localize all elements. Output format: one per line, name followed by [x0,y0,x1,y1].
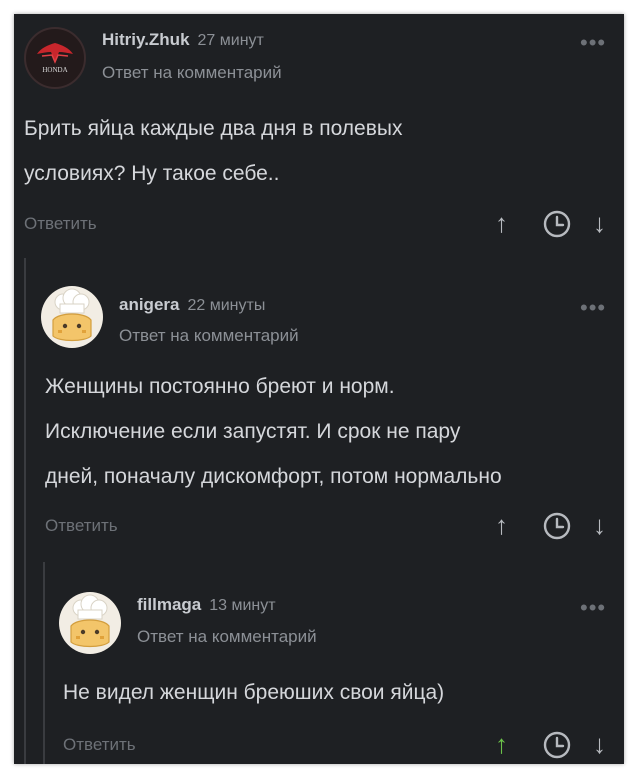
comment-text-line: Брить яйца каждые два дня в полевых [24,117,403,140]
thread-line[interactable] [24,258,26,764]
arrow-up-icon[interactable]: ↑ [495,731,508,757]
comment-time: 13 минут [209,597,276,614]
comment-text-line: Женщины постоянно бреют и норм. [45,375,395,398]
comment-author[interactable]: fillmaga 13 минут [137,595,276,615]
chef-character-icon [70,594,110,648]
clock-icon[interactable] [542,730,572,760]
comment-text-line: дней, поначалу дискомфорт, потом нормаль… [45,465,502,488]
arrow-up-icon[interactable]: ↑ [495,512,508,538]
author-name[interactable]: Hitriy.Zhuk [102,30,190,49]
more-dots-icon[interactable]: ••• [580,30,606,56]
thread-line[interactable] [43,562,45,764]
clock-icon[interactable] [542,209,572,239]
more-dots-icon[interactable]: ••• [580,295,606,321]
honda-wing-icon: HONDA [37,43,73,74]
reply-to-link[interactable]: Ответ на комментарий [119,326,299,346]
comment-text-line: Не видел женщин бреюших свои яйца) [63,681,445,704]
author-name[interactable]: anigera [119,295,179,314]
svg-text:HONDA: HONDA [42,66,67,74]
chef-character-icon [52,288,92,342]
comment-author[interactable]: Hitriy.Zhuk 27 минут [102,30,264,50]
arrow-down-icon[interactable]: ↓ [593,210,606,236]
more-dots-icon[interactable]: ••• [580,595,606,621]
comment-text: Брить яйца каждые два дня в полевых усло… [24,106,402,196]
author-name[interactable]: fillmaga [137,595,201,614]
reply-button[interactable]: Ответить [45,516,118,536]
comment-time: 27 минут [197,32,264,49]
arrow-down-icon[interactable]: ↓ [593,731,606,757]
reply-to-link[interactable]: Ответ на комментарий [137,627,317,647]
comment-text-line: Исключение если запустят. И срок не пару [45,420,461,443]
chef-avatar-icon[interactable] [59,592,121,654]
comment-text: Не видел женщин бреюших свои яйца) [63,670,444,715]
arrow-down-icon[interactable]: ↓ [593,512,606,538]
comment-time: 22 минуты [187,297,266,314]
comments-panel: HONDA Hitriy.Zhuk 27 минут Ответ на комме… [14,14,624,764]
comment-author[interactable]: anigera 22 минуты [119,295,265,315]
clock-icon[interactable] [542,511,572,541]
honda-logo-icon[interactable]: HONDA [24,27,86,89]
comment-text: Женщины постоянно бреют и норм. Исключен… [45,364,502,499]
reply-button[interactable]: Ответить [63,735,136,755]
reply-button[interactable]: Ответить [24,214,97,234]
chef-avatar-icon[interactable] [41,286,103,348]
comment-text-line: условиях? Ну такое себе.. [24,162,280,185]
reply-to-link[interactable]: Ответ на комментарий [102,63,282,83]
arrow-up-icon[interactable]: ↑ [495,210,508,236]
